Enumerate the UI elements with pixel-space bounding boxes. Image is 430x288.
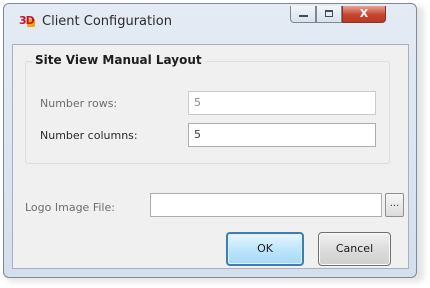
- close-icon: X: [359, 7, 369, 20]
- caption-buttons: X: [290, 6, 386, 24]
- number-columns-input[interactable]: 5: [188, 123, 376, 147]
- minimize-button[interactable]: [290, 6, 316, 23]
- cancel-button[interactable]: Cancel: [318, 232, 391, 266]
- number-columns-label: Number columns:: [40, 129, 138, 142]
- logo-image-file-input[interactable]: [150, 193, 382, 217]
- client-configuration-dialog: 3D Client Configuration X Site View Manu…: [3, 3, 417, 278]
- number-rows-label: Number rows:: [40, 97, 118, 110]
- minimize-icon: [299, 15, 308, 17]
- site-view-groupbox: Site View Manual Layout Number rows: 5 N…: [25, 53, 390, 164]
- logo-image-file-label: Logo Image File:: [25, 201, 115, 214]
- dialog-content: Site View Manual Layout Number rows: 5 N…: [12, 44, 409, 269]
- maximize-icon: [325, 10, 333, 17]
- maximize-button[interactable]: [316, 6, 342, 23]
- close-button[interactable]: X: [342, 6, 386, 23]
- app-logo-icon: 3D: [19, 14, 35, 27]
- title-bar[interactable]: 3D Client Configuration X: [4, 4, 416, 34]
- ok-button[interactable]: OK: [226, 232, 304, 266]
- browse-button[interactable]: ...: [385, 193, 404, 217]
- window-title: Client Configuration: [42, 14, 172, 29]
- group-title: Site View Manual Layout: [32, 53, 205, 67]
- number-rows-input[interactable]: 5: [188, 91, 376, 115]
